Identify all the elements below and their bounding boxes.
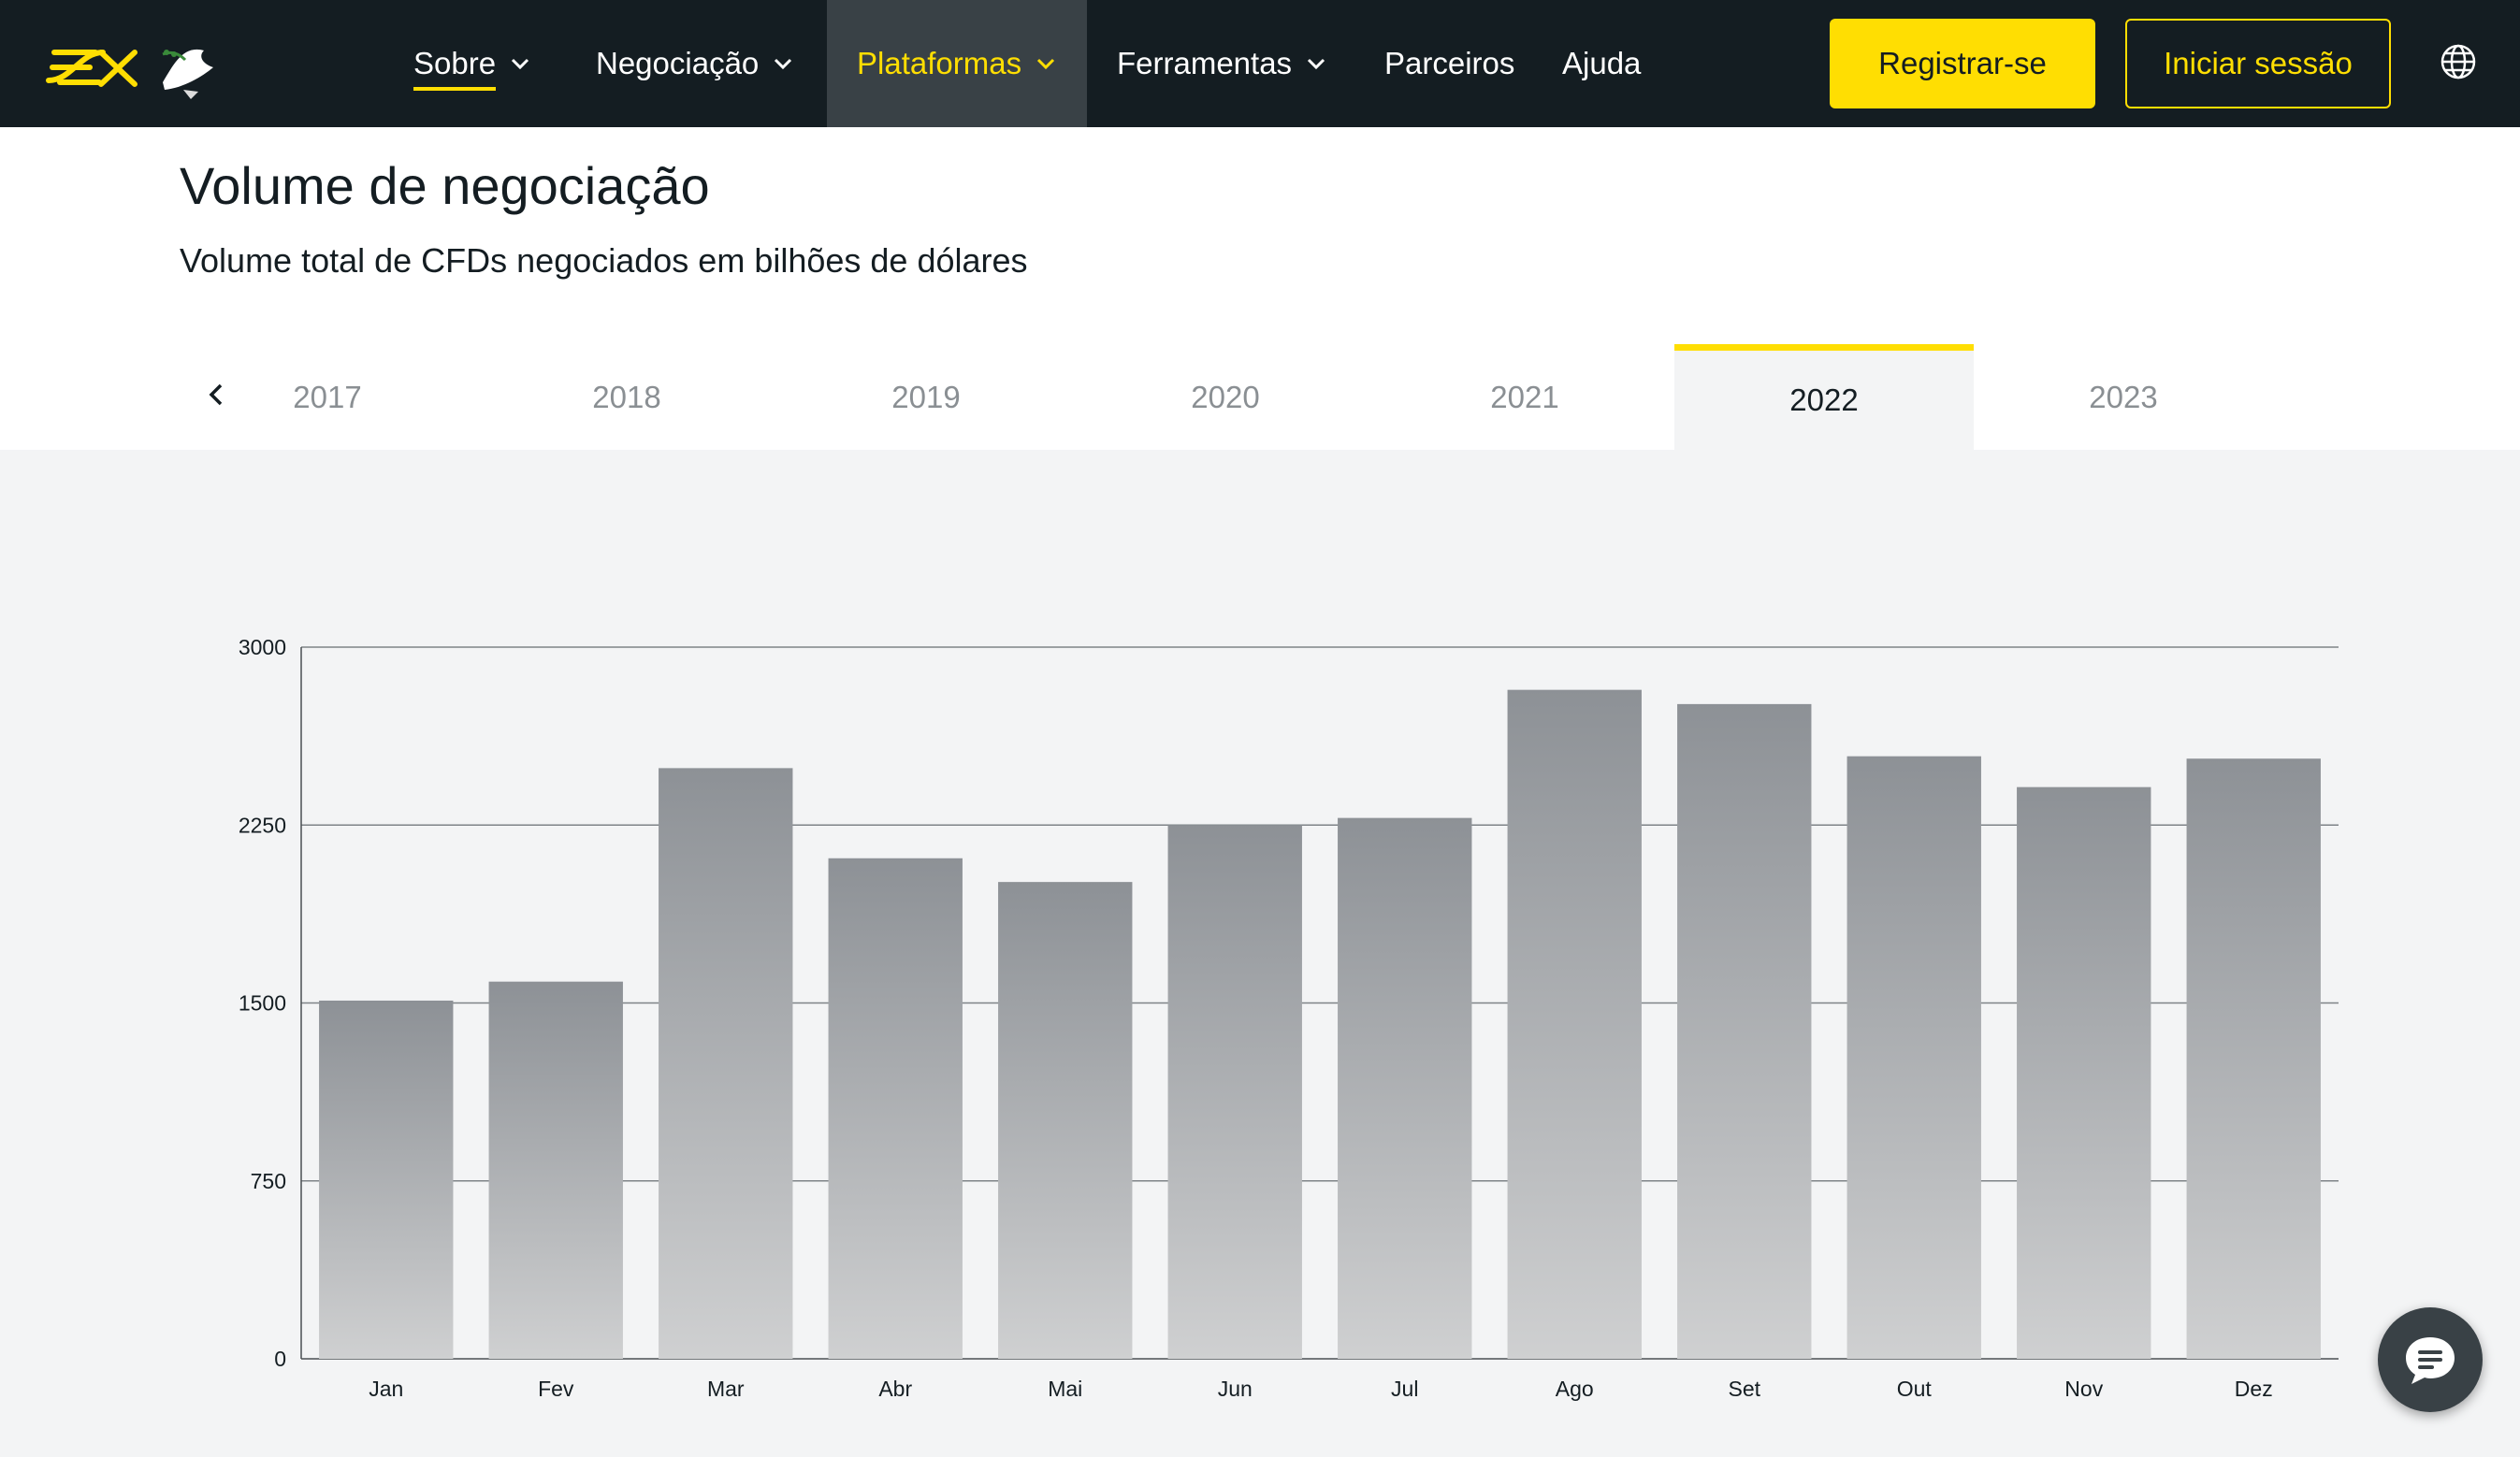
x-tick-label: Mai — [1048, 1377, 1082, 1401]
chevron-down-icon — [1308, 58, 1325, 70]
x-tick-label: Jul — [1391, 1377, 1418, 1401]
x-tick-label: Set — [1728, 1377, 1760, 1401]
tab-year-2017[interactable]: 2017 — [178, 344, 477, 450]
globe-icon[interactable] — [2440, 43, 2477, 80]
nav-item-plataformas[interactable]: Plataformas — [827, 0, 1088, 127]
y-tick-label: 2250 — [239, 813, 286, 837]
chevron-down-icon — [1037, 58, 1055, 70]
nav-item-negociacao[interactable]: Negociação — [596, 0, 794, 127]
chevron-down-icon — [775, 58, 792, 70]
page-subtitle: Volume total de CFDs negociados em bilhõ… — [180, 241, 1028, 280]
y-tick-label: 3000 — [239, 635, 286, 659]
nav-item-label: Ferramentas — [1117, 46, 1293, 80]
nav-item-label: Ajuda — [1562, 46, 1642, 80]
exness-logo[interactable] — [43, 26, 230, 101]
nav-item-ajuda[interactable]: Ajuda — [1562, 0, 1641, 127]
chat-button[interactable] — [2378, 1307, 2483, 1412]
x-tick-label: Dez — [2235, 1377, 2273, 1401]
chat-bubble-icon — [2406, 1337, 2455, 1384]
nav-item-label: Sobre — [413, 46, 497, 80]
x-tick-label: Out — [1897, 1377, 1933, 1401]
bar-dez[interactable] — [2186, 758, 2321, 1359]
chevron-down-icon — [512, 58, 529, 70]
x-tick-label: Fev — [538, 1377, 574, 1401]
nav-item-sobre[interactable]: Sobre — [413, 0, 531, 127]
page-header: Volume de negociação Volume total de CFD… — [0, 127, 2520, 450]
x-tick-label: Mar — [707, 1377, 745, 1401]
volume-bar-chart: 0 750 1500 2250 3000 Jan Fev Mar Abr Mai Jun Jul Ago… — [239, 635, 2339, 1401]
top-navbar: Sobre Negociação Plataformas Ferramentas… — [0, 0, 2520, 127]
tab-year-2020[interactable]: 2020 — [1076, 344, 1375, 450]
bar-jun[interactable] — [1167, 825, 1302, 1359]
tab-year-2022[interactable]: 2022 — [1674, 344, 1974, 450]
nav-item-label: Plataformas — [857, 46, 1022, 80]
register-button[interactable]: Registrar-se — [1830, 19, 2095, 108]
bar-mai[interactable] — [998, 882, 1133, 1359]
year-tabs: 2017 2018 2019 2020 2021 2022 2023 — [0, 344, 2520, 450]
tab-year-2019[interactable]: 2019 — [776, 344, 1076, 450]
x-tick-label: Ago — [1556, 1377, 1594, 1401]
login-button[interactable]: Iniciar sessão — [2125, 19, 2391, 108]
y-tick-label: 0 — [274, 1347, 286, 1371]
x-tick-label: Abr — [878, 1377, 912, 1401]
bar-ago[interactable] — [1507, 689, 1642, 1359]
chart-area: 0 750 1500 2250 3000 Jan Fev Mar Abr Mai Jun Jul Ago… — [0, 450, 2520, 1457]
dove-icon — [162, 49, 213, 99]
page-title: Volume de negociação — [180, 156, 710, 215]
x-tick-label: Jun — [1218, 1377, 1253, 1401]
tab-year-2018[interactable]: 2018 — [477, 344, 776, 450]
bar-mar[interactable] — [659, 768, 793, 1359]
active-underline — [413, 87, 497, 91]
nav-item-label: Negociação — [596, 46, 760, 80]
bar-abr[interactable] — [828, 858, 963, 1359]
x-tick-label: Nov — [2064, 1377, 2103, 1401]
x-tick-label: Jan — [369, 1377, 403, 1401]
bar-jul[interactable] — [1338, 817, 1472, 1359]
tab-year-2021[interactable]: 2021 — [1375, 344, 1674, 450]
nav-item-parceiros[interactable]: Parceiros — [1384, 0, 1514, 127]
nav-item-label: Parceiros — [1384, 46, 1515, 80]
tab-year-2023[interactable]: 2023 — [1974, 344, 2273, 450]
y-tick-label: 750 — [251, 1169, 286, 1193]
nav-item-ferramentas[interactable]: Ferramentas — [1117, 0, 1327, 127]
bar-set[interactable] — [1677, 703, 1812, 1359]
bar-nov[interactable] — [2017, 786, 2151, 1359]
bar-jan[interactable] — [319, 1000, 454, 1359]
bar-fev[interactable] — [488, 981, 623, 1359]
bar-out[interactable] — [1847, 756, 1981, 1359]
y-tick-label: 1500 — [239, 991, 286, 1016]
